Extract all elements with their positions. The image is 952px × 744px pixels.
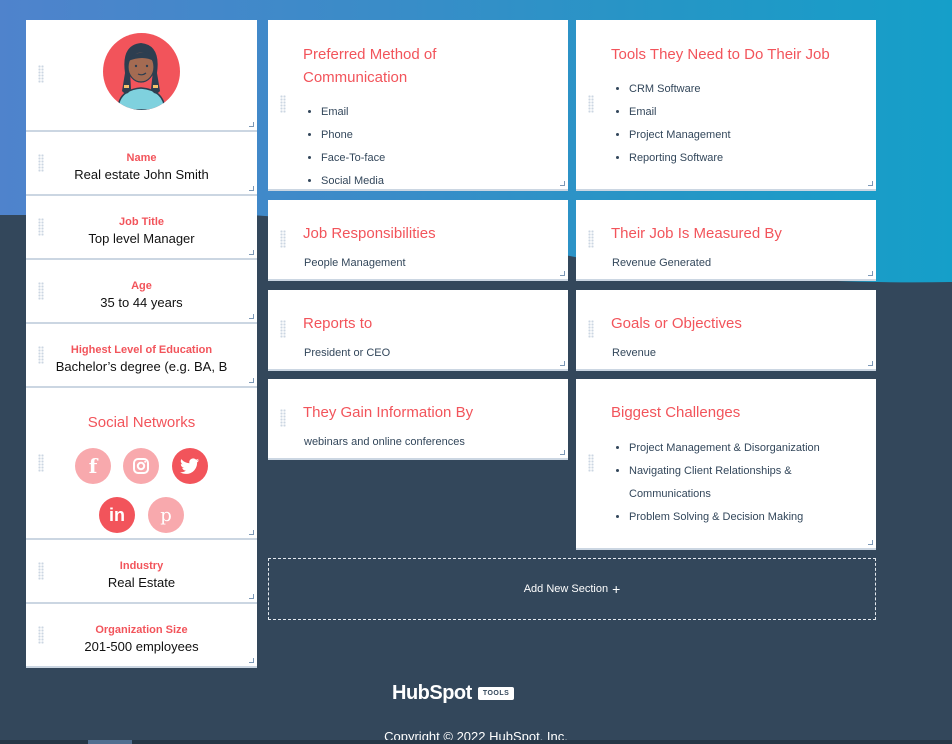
name-card[interactable]: Name Real estate John Smith <box>26 132 257 196</box>
field-value[interactable]: Real Estate <box>36 575 247 590</box>
avatar-card[interactable] <box>26 20 257 132</box>
drag-handle-icon[interactable] <box>588 454 594 472</box>
resize-handle[interactable] <box>249 250 254 255</box>
field-value[interactable]: Real estate John Smith <box>36 167 247 182</box>
measured-by-section[interactable]: Their Job Is Measured By Revenue Generat… <box>576 200 876 281</box>
list-item: Face-To-face <box>321 147 548 170</box>
field-label: Name <box>126 152 157 164</box>
plus-icon: + <box>612 580 621 597</box>
section-title: They Gain Information By <box>303 404 474 421</box>
linkedin-icon[interactable]: in <box>99 497 135 533</box>
twitter-icon[interactable] <box>172 448 208 484</box>
persona-page: Name Real estate John Smith Job Title To… <box>0 0 952 744</box>
section-list: Email Phone Face-To-face Social Media <box>321 101 548 189</box>
drag-handle-icon[interactable] <box>588 320 594 338</box>
preferred-communication-section[interactable]: Preferred Method of Communication Email … <box>268 20 568 191</box>
field-value[interactable]: 201-500 employees <box>36 639 247 654</box>
biggest-challenges-section[interactable]: Biggest Challenges Project Management & … <box>576 379 876 550</box>
drag-handle-icon[interactable] <box>280 409 286 427</box>
field-label: Age <box>131 280 152 292</box>
list-item: CRM Software <box>629 78 856 101</box>
drag-handle-icon[interactable] <box>280 320 286 338</box>
section-list: Project Management & Disorganization Nav… <box>629 437 844 529</box>
job-title-card[interactable]: Job Title Top level Manager <box>26 196 257 260</box>
field-value[interactable]: Top level Manager <box>36 231 247 246</box>
age-card[interactable]: Age 35 to 44 years <box>26 260 257 324</box>
drag-handle-icon[interactable] <box>588 95 594 113</box>
resize-handle[interactable] <box>249 122 254 127</box>
resize-handle[interactable] <box>249 530 254 535</box>
list-item: Email <box>321 101 548 124</box>
resize-handle[interactable] <box>249 314 254 319</box>
field-label: Organization Size <box>95 624 188 636</box>
goals-section[interactable]: Goals or Objectives Revenue <box>576 290 876 371</box>
section-title: Goals or Objectives <box>611 315 742 332</box>
tools-section[interactable]: Tools They Need to Do Their Job CRM Soft… <box>576 20 876 191</box>
field-label: Industry <box>119 560 164 572</box>
social-networks-card[interactable]: Social Networks f in p <box>26 388 257 540</box>
tools-badge: TOOLS <box>477 686 515 700</box>
scrollbar-thumb[interactable] <box>88 740 132 744</box>
list-item: Email <box>629 101 856 124</box>
avatar-illustration-icon <box>117 43 166 110</box>
instagram-icon[interactable] <box>123 448 159 484</box>
hubspot-tools-logo[interactable]: HubSpot TOOLS <box>392 680 515 706</box>
section-title: Preferred Method of Communication <box>303 46 437 86</box>
resize-handle[interactable] <box>249 658 254 663</box>
resize-handle[interactable] <box>249 186 254 191</box>
add-new-section-button[interactable]: Add New Section + <box>268 558 876 620</box>
section-text: People Management <box>304 257 406 269</box>
section-title: Biggest Challenges <box>611 404 741 421</box>
drag-handle-icon[interactable] <box>280 230 286 248</box>
list-item: Navigating Client Relationships & Commun… <box>629 460 844 506</box>
list-item: Social Media <box>321 170 548 189</box>
resize-handle[interactable] <box>868 361 873 366</box>
resize-handle[interactable] <box>249 594 254 599</box>
horizontal-scrollbar[interactable] <box>0 740 952 744</box>
education-card[interactable]: Highest Level of Education Bachelor’s de… <box>26 324 257 388</box>
organization-size-card[interactable]: Organization Size 201-500 employees <box>26 604 257 668</box>
hubspot-logo: HubSpot <box>392 681 472 704</box>
resize-handle[interactable] <box>868 540 873 545</box>
section-title: Tools They Need to Do Their Job <box>611 46 830 63</box>
section-text: Revenue <box>612 347 657 359</box>
facebook-icon[interactable]: f <box>75 448 111 484</box>
industry-card[interactable]: Industry Real Estate <box>26 540 257 604</box>
pinterest-icon[interactable]: p <box>148 497 184 533</box>
field-value[interactable]: Bachelor’s degree (e.g. BA, B <box>36 359 247 374</box>
section-title: Their Job Is Measured By <box>611 225 782 242</box>
resize-handle[interactable] <box>560 450 565 455</box>
resize-handle[interactable] <box>868 181 873 186</box>
list-item: Project Management & Disorganization <box>629 437 844 460</box>
list-item: Phone <box>321 124 548 147</box>
section-title: Reports to <box>303 315 373 332</box>
drag-handle-icon[interactable] <box>38 65 44 83</box>
field-label: Job Title <box>118 216 165 228</box>
reports-to-section[interactable]: Reports to President or CEO <box>268 290 568 371</box>
avatar[interactable] <box>103 33 180 110</box>
section-text: Revenue Generated <box>612 257 712 269</box>
section-text: webinars and online conferences <box>304 436 465 448</box>
resize-handle[interactable] <box>560 271 565 276</box>
drag-handle-icon[interactable] <box>280 95 286 113</box>
section-list: CRM Software Email Project Management Re… <box>629 78 856 170</box>
field-label: Highest Level of Education <box>70 344 213 356</box>
resize-handle[interactable] <box>560 361 565 366</box>
drag-handle-icon[interactable] <box>588 230 594 248</box>
job-responsibilities-section[interactable]: Job Responsibilities People Management <box>268 200 568 281</box>
list-item: Project Management <box>629 124 856 147</box>
section-text: President or CEO <box>304 347 391 359</box>
add-section-label: Add New Section <box>523 583 609 595</box>
gain-information-section[interactable]: They Gain Information By webinars and on… <box>268 379 568 460</box>
resize-handle[interactable] <box>868 271 873 276</box>
list-item: Reporting Software <box>629 147 856 170</box>
resize-handle[interactable] <box>249 378 254 383</box>
section-title: Job Responsibilities <box>303 225 436 242</box>
list-item: Problem Solving & Decision Making <box>629 506 844 529</box>
resize-handle[interactable] <box>560 181 565 186</box>
social-networks-title: Social Networks <box>87 414 196 431</box>
drag-handle-icon[interactable] <box>38 454 44 472</box>
field-value[interactable]: 35 to 44 years <box>36 295 247 310</box>
